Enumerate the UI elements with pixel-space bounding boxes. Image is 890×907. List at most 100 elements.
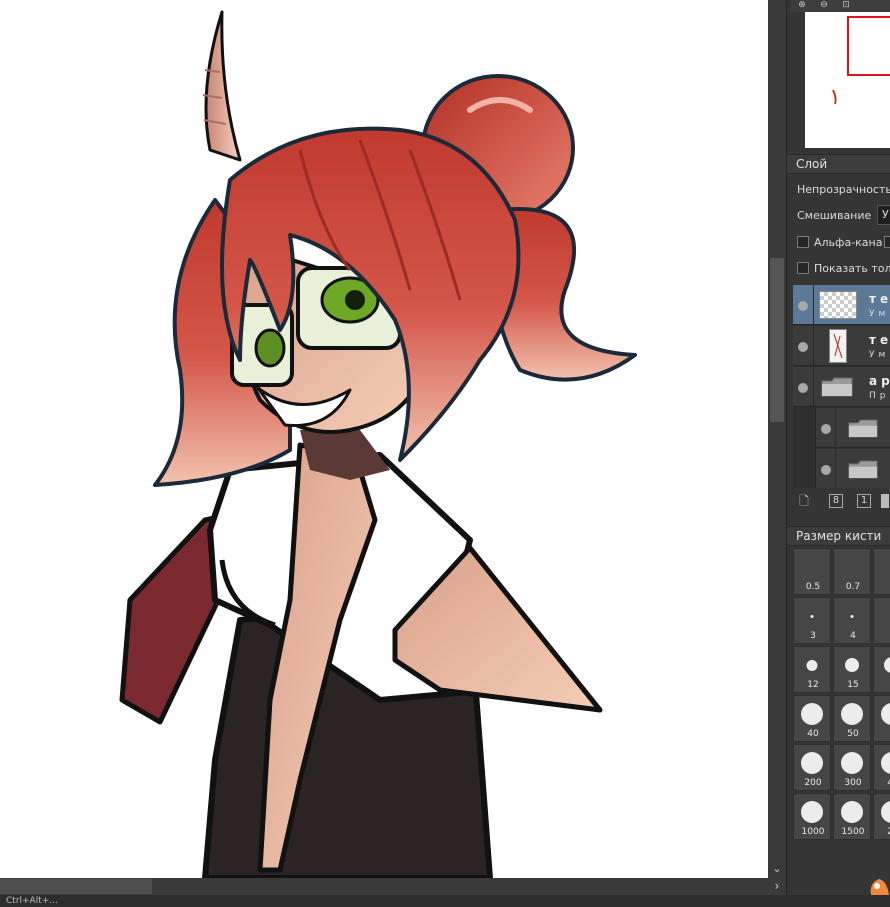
layer-list[interactable]: те Ум те Ум ар Пр xyxy=(793,285,890,488)
layer-folder-row[interactable]: ар Пр xyxy=(793,367,890,407)
brush-size-label: 20 xyxy=(874,827,890,837)
brush-size-dot xyxy=(841,703,863,725)
brush-size-label: 7 xyxy=(874,729,890,739)
brush-size-cell[interactable]: 5 xyxy=(873,597,890,644)
brush-size-label: 12 xyxy=(807,680,819,690)
brush-size-cell[interactable]: 200 xyxy=(793,744,831,791)
show-only-label: Показать тольк xyxy=(814,262,890,275)
brush-size-dot xyxy=(850,614,854,618)
brush-size-cell[interactable]: 3 xyxy=(793,597,831,644)
zoom-in-icon[interactable]: ⊕ xyxy=(795,0,809,10)
show-only-checkbox[interactable] xyxy=(797,262,809,274)
brush-size-label: 1000 xyxy=(801,827,825,837)
layer-panel-header[interactable]: Слой xyxy=(787,154,890,174)
brush-size-dot xyxy=(841,752,863,774)
brush-size-label: 1500 xyxy=(841,827,865,837)
brush-size-cell[interactable]: 1000 xyxy=(793,793,831,840)
layer-visibility-cell[interactable] xyxy=(793,367,814,407)
character-illustration xyxy=(119,10,637,878)
brush-size-label: 4 xyxy=(850,631,856,641)
opacity-label: Непрозрачность xyxy=(797,183,890,196)
brush-size-cell[interactable]: 40 xyxy=(793,695,831,742)
brush-size-cell[interactable]: 15 xyxy=(833,646,871,693)
layer-name: те xyxy=(869,292,890,306)
sublayer-folder-row[interactable] xyxy=(815,449,890,488)
zoom-out-icon[interactable]: ⊖ xyxy=(817,0,831,10)
brush-size-cell[interactable]: 7 xyxy=(873,695,890,742)
layer-toolbar: 🗋 8 1 xyxy=(791,490,890,512)
brush-size-cell[interactable]: 40 xyxy=(873,744,890,791)
vertical-scroll-thumb[interactable] xyxy=(770,258,784,422)
brush-size-panel-header[interactable]: Размер кисти xyxy=(787,526,890,546)
new-layer-icon[interactable]: 🗋 xyxy=(797,492,811,510)
folder-icon xyxy=(848,460,878,479)
alpha-lock-row[interactable]: Альфа-кана xyxy=(797,236,882,249)
brush-size-grid: 0.5 0.7 3 4 5 12 15 2 40 50 7 200 300 40 1000 1500 20 xyxy=(793,548,890,848)
brush-size-dot xyxy=(801,703,823,725)
layer-thumbnail xyxy=(829,329,847,363)
status-text: Ctrl+Alt+... xyxy=(6,896,58,906)
brush-size-cell[interactable]: 0.5 xyxy=(793,548,831,595)
eye-icon[interactable] xyxy=(798,383,808,393)
new-layer-8bit-icon[interactable]: 8 xyxy=(829,494,843,508)
eye-icon[interactable] xyxy=(798,342,808,352)
brush-size-dot xyxy=(801,752,823,774)
brush-size-cell[interactable]: 4 xyxy=(833,597,871,644)
zoom-fit-icon[interactable]: ⊡ xyxy=(839,0,853,10)
brush-size-dot xyxy=(884,657,890,673)
brush-size-label: 0.5 xyxy=(805,582,821,592)
show-only-row[interactable]: Показать тольк xyxy=(797,262,890,275)
brush-size-label: 50 xyxy=(847,729,859,739)
paint-app-window: ⌄ › Ctrl+Alt+... ⊕ ⊖ ⊡ Слой Непрозрачнос… xyxy=(0,0,890,907)
layer-visibility-cell[interactable] xyxy=(793,326,814,366)
brush-size-cell[interactable]: 1500 xyxy=(833,793,871,840)
eye-icon[interactable] xyxy=(798,301,808,311)
navigator-thumbnail xyxy=(832,89,837,105)
brush-size-cell[interactable]: 2 xyxy=(873,646,890,693)
brush-size-cell[interactable]: 50 xyxy=(833,695,871,742)
layer-visibility-cell[interactable] xyxy=(816,449,836,488)
brush-size-dot xyxy=(845,658,859,672)
layer-visibility-cell[interactable] xyxy=(816,408,836,448)
layer-visibility-cell[interactable] xyxy=(793,285,814,325)
brush-size-dot xyxy=(881,801,890,823)
eye-icon[interactable] xyxy=(821,424,831,434)
layer-thumbnail xyxy=(819,291,857,319)
brush-size-label: 40 xyxy=(874,778,890,788)
alpha-lock-checkbox[interactable] xyxy=(797,236,809,248)
status-bar: Ctrl+Alt+... xyxy=(0,895,890,907)
drawing-canvas[interactable] xyxy=(0,0,768,878)
vertical-scrollbar[interactable]: ⌄ xyxy=(768,0,786,878)
layer-name: те xyxy=(869,333,890,347)
folder-icon xyxy=(821,377,853,397)
eye-icon[interactable] xyxy=(821,465,831,475)
more-icon[interactable] xyxy=(881,494,889,508)
new-layer-1bit-icon[interactable]: 1 xyxy=(857,494,871,508)
folder-icon xyxy=(848,419,878,438)
sublayer-folder-row[interactable] xyxy=(815,408,890,448)
brush-size-cell[interactable] xyxy=(873,548,890,595)
brush-size-cell[interactable]: 300 xyxy=(833,744,871,791)
sketch-thumbnail xyxy=(833,333,843,359)
brush-size-cell[interactable]: 20 xyxy=(873,793,890,840)
alpha-lock-label: Альфа-кана xyxy=(814,236,883,249)
scroll-right-icon[interactable]: › xyxy=(770,878,784,895)
mascot-icon xyxy=(870,879,889,895)
layer-row[interactable]: те Ум xyxy=(793,326,890,366)
horizontal-scroll-thumb[interactable] xyxy=(0,879,152,894)
brush-size-dot xyxy=(841,801,863,823)
navigator-toolbar: ⊕ ⊖ ⊡ xyxy=(791,0,890,12)
layer-name: ар xyxy=(869,374,890,388)
brush-size-label: 15 xyxy=(847,680,859,690)
horizontal-scrollbar[interactable]: › xyxy=(0,878,786,895)
navigator-preview[interactable] xyxy=(805,12,890,148)
blend-mode-select[interactable]: У xyxy=(877,205,890,225)
brush-size-cell[interactable]: 0.7 xyxy=(833,548,871,595)
layer-row[interactable]: те Ум xyxy=(793,285,890,325)
brush-size-label: 2 xyxy=(874,680,890,690)
scroll-down-icon[interactable]: ⌄ xyxy=(768,862,786,876)
brush-size-label: 200 xyxy=(804,778,822,788)
clipping-checkbox[interactable] xyxy=(884,236,890,248)
layer-blend: Пр xyxy=(869,391,890,401)
brush-size-cell[interactable]: 12 xyxy=(793,646,831,693)
